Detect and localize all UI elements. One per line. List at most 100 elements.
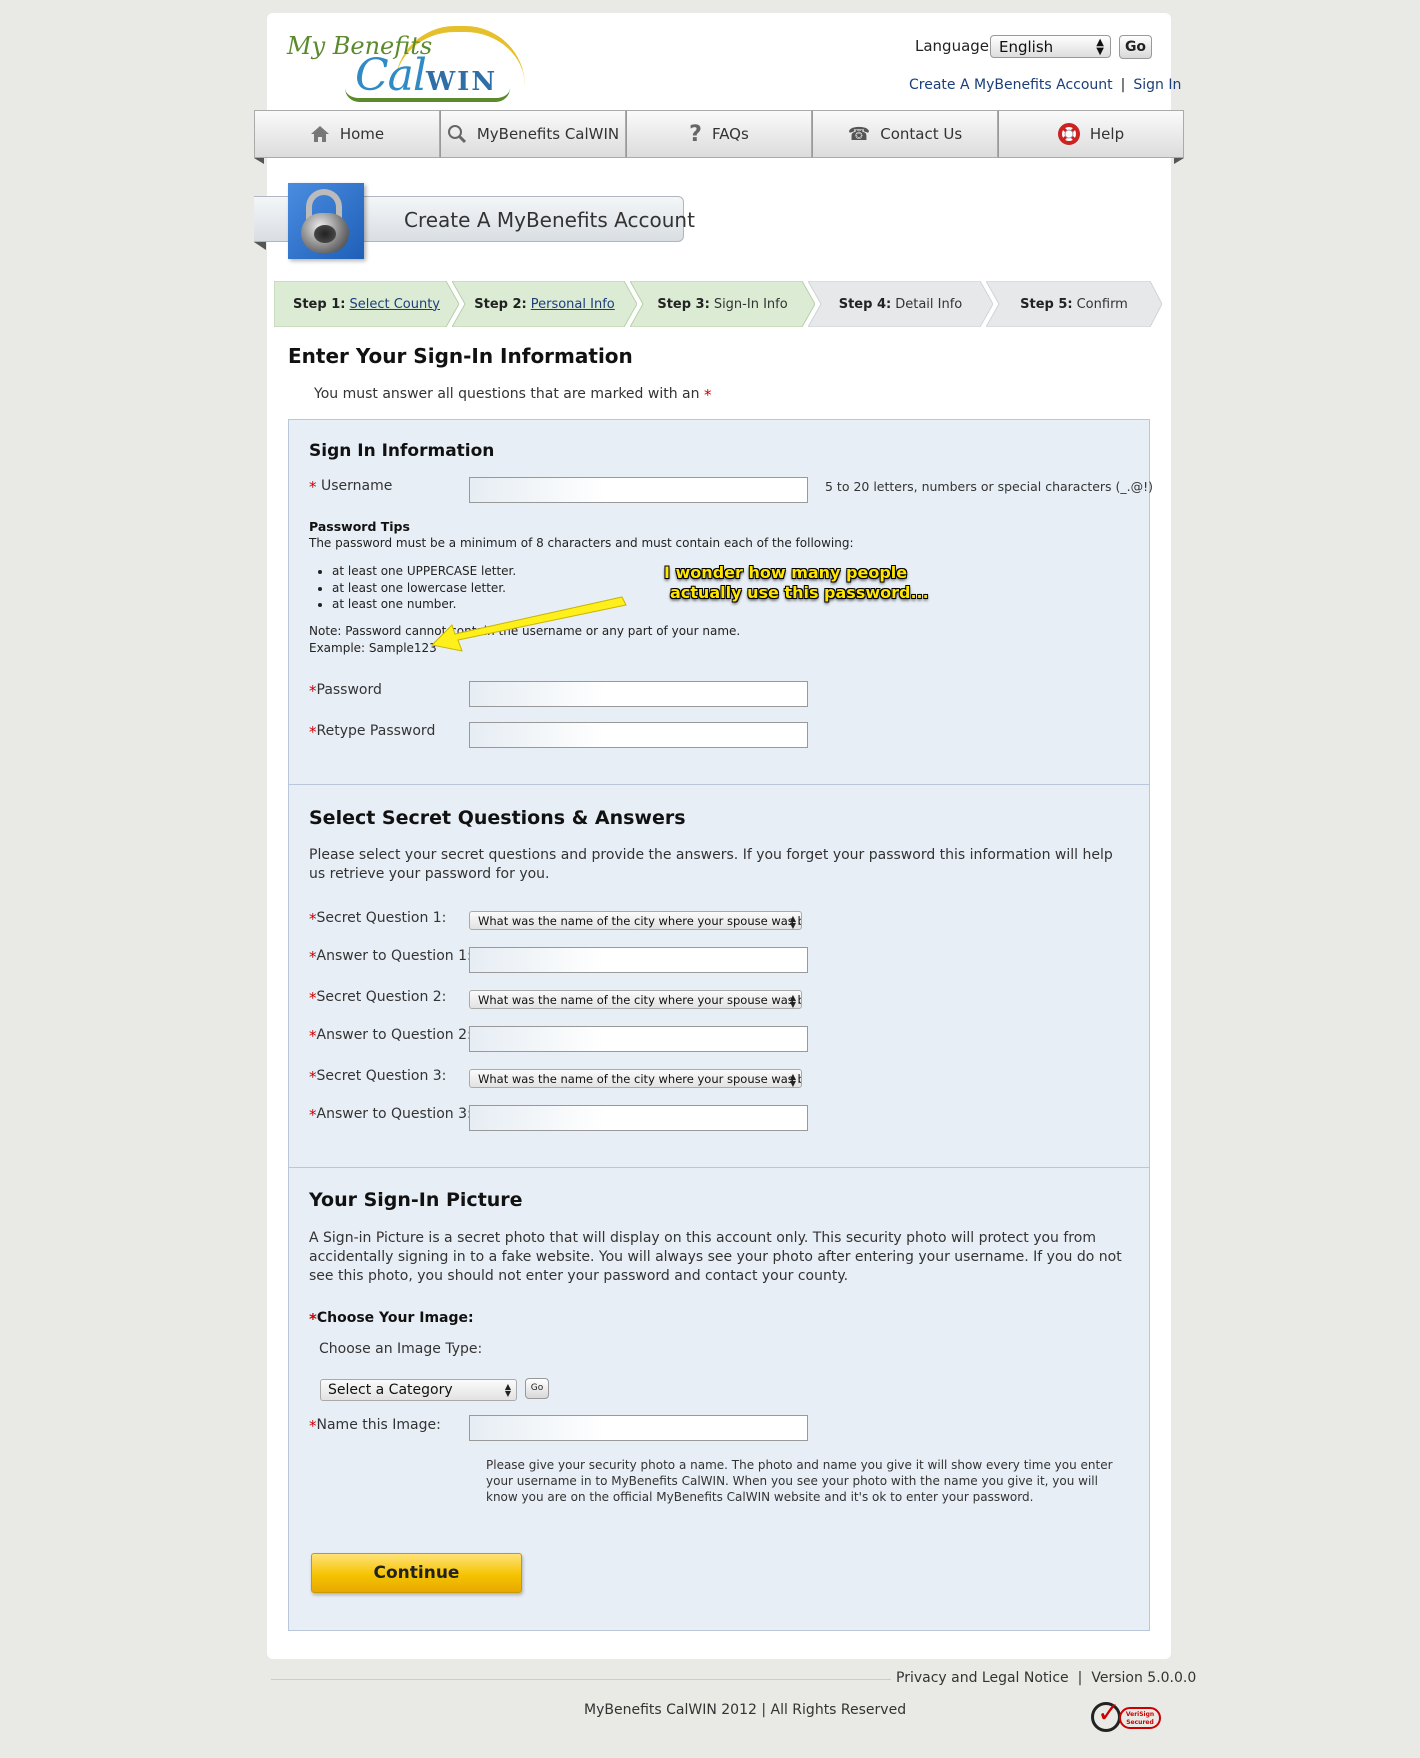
name-image-label: *Name this Image: [309,1417,441,1435]
nav-home-label: Home [339,125,385,143]
phone-icon: ☎ [847,123,871,145]
answer-2-label: *Answer to Question 2: [309,1027,472,1045]
footer-divider [271,1679,891,1680]
top-links: Create A MyBenefits Account | Sign In [909,77,1181,93]
secret-question-2-select[interactable]: What was the name of the city where your… [469,990,802,1009]
annotation-line-1: I wonder how many people [664,563,908,582]
required-note: You must answer all questions that are m… [314,386,712,404]
create-account-link[interactable]: Create A MyBenefits Account [909,77,1113,93]
password-tips-example: Example: Sample123 [309,641,437,655]
page-title: Enter Your Sign-In Information [288,344,633,368]
step-4-text: Step 4: Detail Info [838,296,963,312]
lifebuoy-icon [1057,123,1080,145]
secret-question-1-label: *Secret Question 1: [309,910,447,928]
step-5-text: Step 5: Confirm [1020,296,1128,312]
image-category-select[interactable]: Select a Category ▲ ▼ [320,1379,517,1401]
footer-links: Privacy and Legal Notice | Version 5.0.0.0 [896,1670,1196,1686]
section-divider [288,1167,1150,1168]
nav-contact-us[interactable]: ☎ Contact Us [812,110,998,158]
language-label: Language [915,37,990,55]
nav-faqs[interactable]: ? FAQs [626,110,812,158]
step-1-text: Step 1: Select County [292,296,441,312]
logo-swoosh [345,88,510,102]
main-nav: Home MyBenefits CalWIN ? FAQs ☎ Contact … [254,110,1184,158]
mybenefits-calwin-logo[interactable]: My Benefits CalWIN [285,22,525,102]
nav-fold-left [254,158,264,164]
choose-image-label: *Choose Your Image: [309,1310,474,1328]
step-2: Step 2: Personal Info [452,281,637,327]
select-arrows-icon: ▲ ▼ [789,1072,796,1088]
answer-3-input[interactable] [469,1105,808,1131]
password-tip-item: at least one lowercase letter. [332,580,516,597]
section-divider [288,784,1150,785]
search-icon [447,125,466,144]
select-arrows-icon: ▲ ▼ [504,1382,511,1398]
nav-mybenefits-calwin[interactable]: MyBenefits CalWIN [440,110,626,158]
banner-title: Create A MyBenefits Account [404,208,695,232]
select-arrows-icon: ▲ ▼ [789,993,796,1009]
nav-help[interactable]: Help [998,110,1184,158]
password-input[interactable] [469,681,808,707]
nav-fold-right [1174,158,1184,164]
secret-question-1-select[interactable]: What was the name of the city where your… [469,911,802,930]
step-2-link[interactable]: Personal Info [531,297,615,312]
retype-password-input[interactable] [469,722,808,748]
name-image-input[interactable] [469,1415,808,1441]
step-3-text: Step 3: Sign-In Info [657,296,788,312]
step-3: Step 3: Sign-In Info [630,281,815,327]
link-separator: | [1120,77,1126,93]
continue-button[interactable]: Continue [311,1553,522,1593]
password-tips-intro: The password must be a minimum of 8 char… [309,536,854,550]
image-category-go-button[interactable]: Go [525,1378,549,1399]
password-label: *Password [309,682,382,700]
padlock-dial [314,225,336,243]
secret-question-3-label: *Secret Question 3: [309,1068,447,1086]
step-4: Step 4: Detail Info [808,281,993,327]
padlock-icon [288,183,364,259]
password-tips-title: Password Tips [309,519,410,534]
required-star: * [703,386,712,404]
select-arrows-icon: ▲ ▼ [1096,37,1104,57]
language-go-button[interactable]: Go [1119,35,1152,59]
secret-questions-description: Please select your secret questions and … [309,847,1113,882]
progress-steps: Step 1: Select County Step 2: Personal Inf… [274,281,1162,327]
annotation-arrow-icon [430,596,627,652]
name-image-help: Please give your security photo a name. … [486,1458,1113,1504]
annotation-callout: I wonder how many people actually use th… [664,563,929,603]
step-5: Step 5: Confirm [986,281,1162,327]
sign-in-picture-title: Your Sign-In Picture [309,1189,523,1211]
step-1-link[interactable]: Select County [349,297,440,312]
nav-mybenefits-label: MyBenefits CalWIN [476,125,620,143]
username-input[interactable] [469,477,808,503]
secret-questions-title: Select Secret Questions & Answers [309,807,686,829]
banner-fold [254,242,266,250]
sign-in-picture-description: A Sign-in Picture is a secret photo that… [309,1230,1122,1284]
username-label: * Username [309,478,393,496]
secret-question-2-label: *Secret Question 2: [309,989,447,1007]
sign-in-section-title: Sign In Information [309,441,495,461]
footer-separator: | [1077,1670,1083,1686]
nav-home[interactable]: Home [254,110,440,158]
sign-in-link[interactable]: Sign In [1133,77,1181,93]
language-select[interactable]: English ▲ ▼ [990,35,1111,58]
answer-1-input[interactable] [469,947,808,973]
password-tip-item: at least one UPPERCASE letter. [332,563,516,580]
nav-faqs-label: FAQs [711,125,749,143]
username-hint: 5 to 20 letters, numbers or special char… [825,479,1154,494]
copyright-text: MyBenefits CalWIN 2012 | All Rights Rese… [584,1702,907,1718]
answer-3-label: *Answer to Question 3: [309,1106,472,1124]
select-arrows-icon: ▲ ▼ [789,914,796,930]
question-icon: ? [689,121,702,147]
checkmark-icon: ✓ [1097,1696,1121,1729]
step-2-text: Step 2: Personal Info [474,296,615,312]
nav-help-label: Help [1089,125,1125,143]
privacy-link[interactable]: Privacy and Legal Notice [896,1670,1069,1686]
verisign-badge-icon[interactable]: ✓ VeriSign Secured [1091,1696,1163,1736]
nav-contact-label: Contact Us [880,125,963,143]
home-icon [310,126,329,142]
answer-2-input[interactable] [469,1026,808,1052]
annotation-line-2: actually use this password... [670,583,929,602]
answer-1-label: *Answer to Question 1: [309,948,472,966]
secret-question-3-select[interactable]: What was the name of the city where your… [469,1069,802,1088]
language-select-value: English [999,38,1054,56]
